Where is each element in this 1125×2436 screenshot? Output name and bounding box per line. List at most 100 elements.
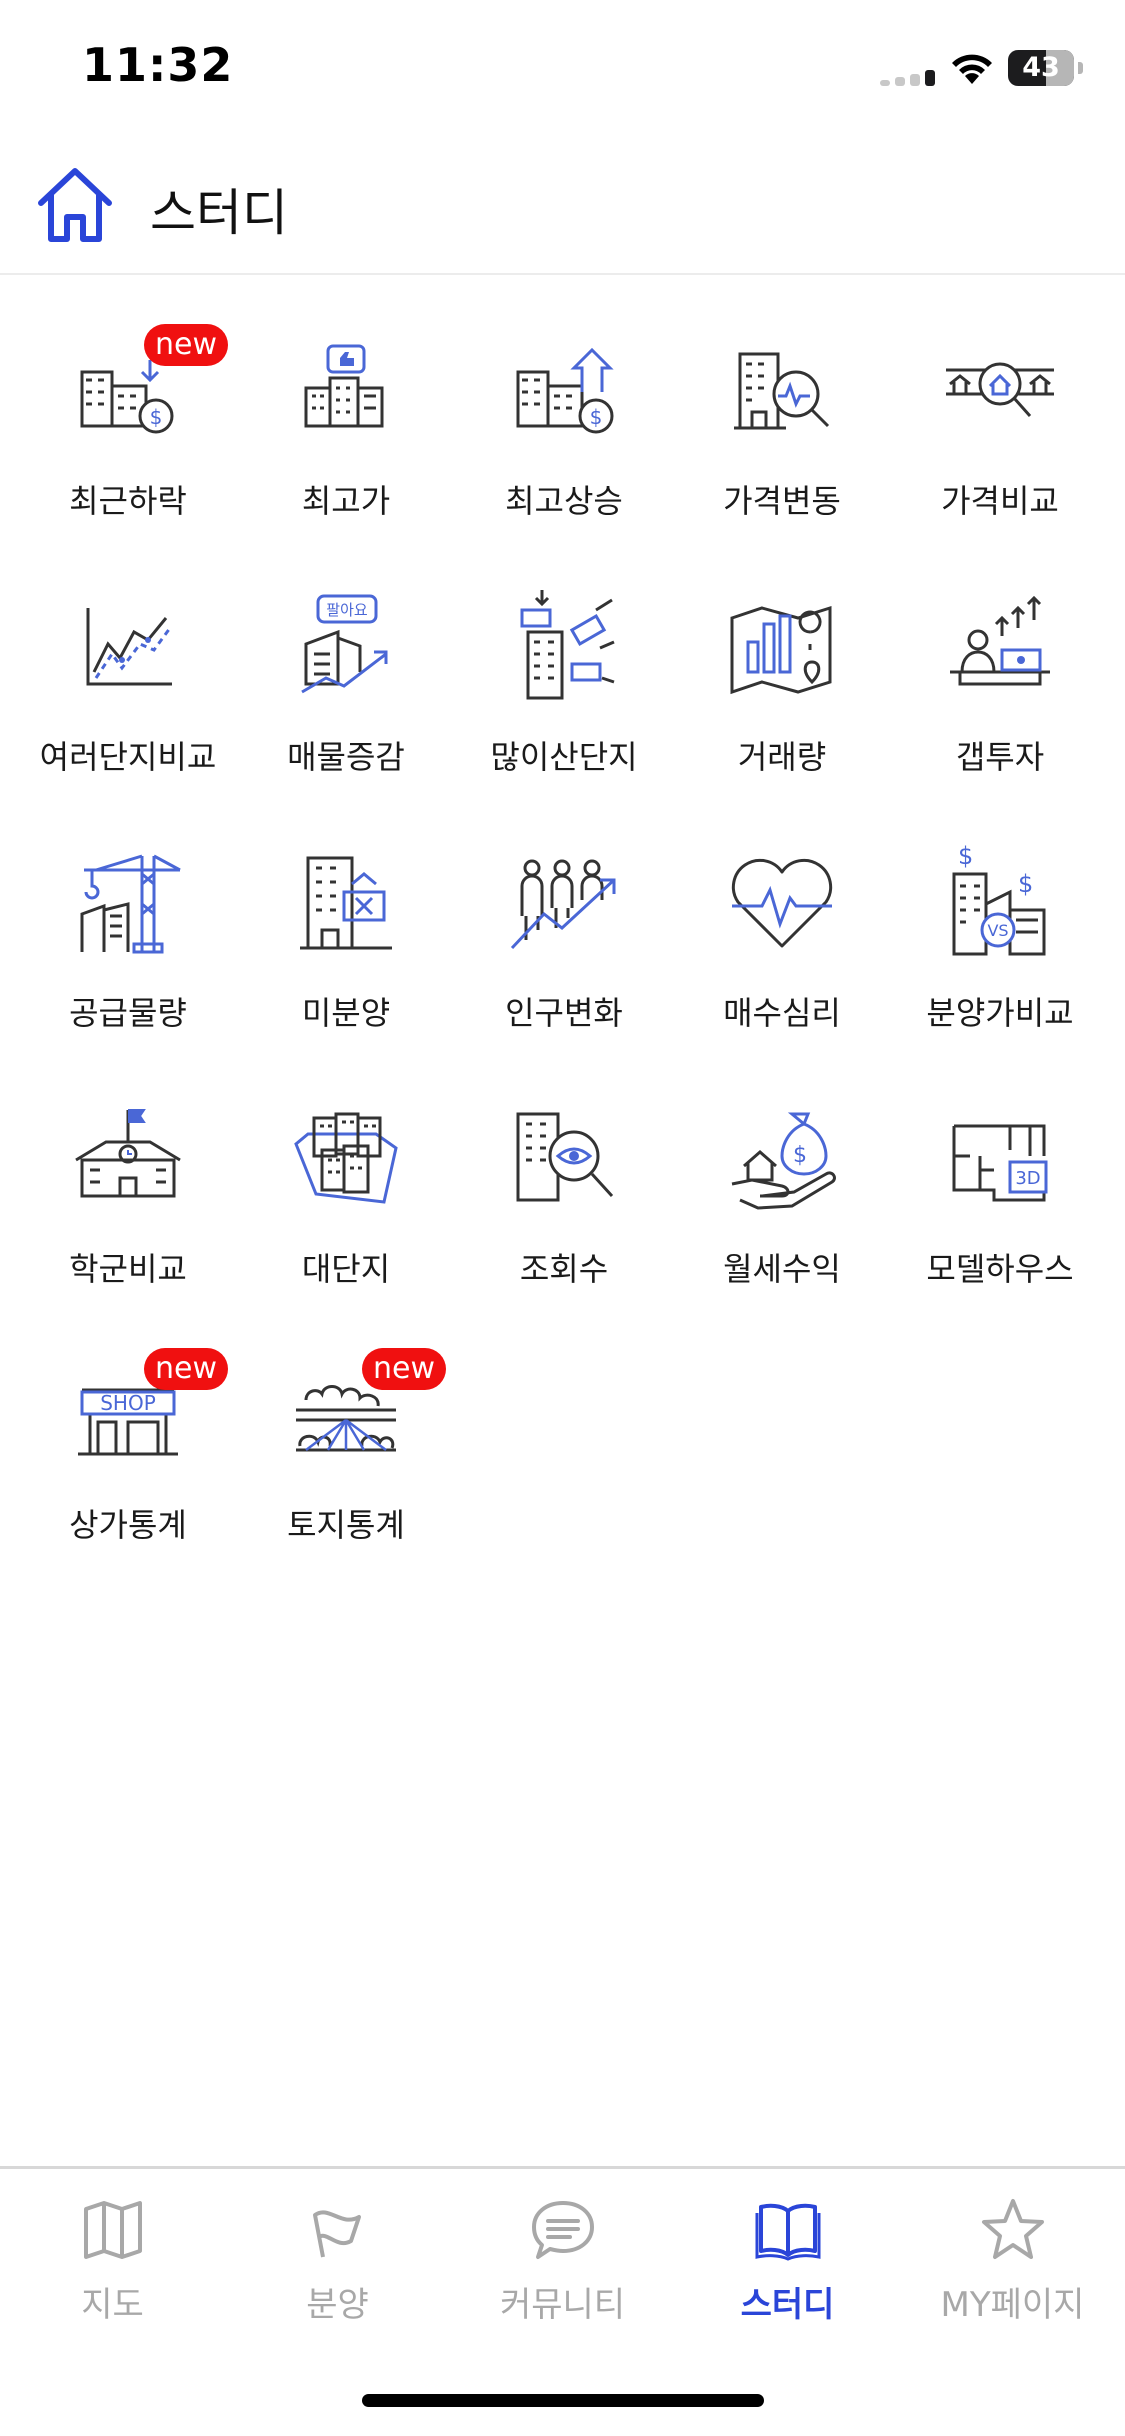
menu-item-large-complex[interactable]: 대단지 bbox=[236, 1068, 456, 1298]
menu-item-label: 인구변화 bbox=[505, 994, 623, 1032]
buyer-sentiment-icon bbox=[731, 858, 833, 948]
menu-item-label: 매수심리 bbox=[723, 994, 841, 1032]
menu-item-price-change[interactable]: 가격변동 bbox=[672, 300, 892, 530]
menu-item-label: 토지통계 bbox=[287, 1506, 405, 1544]
menu-item-most-bought[interactable]: 많이산단지 bbox=[454, 556, 674, 786]
views-icon bbox=[516, 1112, 614, 1202]
menu-item-label: 갭투자 bbox=[955, 738, 1045, 776]
page-header: 스터디 bbox=[0, 135, 1125, 275]
chat-bubble-icon bbox=[531, 2201, 594, 2259]
menu-item-label: 매물증감 bbox=[287, 738, 405, 776]
menu-item-land-stats[interactable]: new 토지통계 bbox=[236, 1324, 456, 1554]
star-icon bbox=[981, 2199, 1044, 2259]
tab-label: MY페이지 bbox=[940, 2285, 1085, 2325]
highest-price-icon bbox=[304, 344, 384, 428]
population-change-icon bbox=[510, 859, 616, 950]
tab-map[interactable]: 지도 bbox=[0, 2197, 225, 2327]
status-time: 11:32 bbox=[82, 38, 234, 92]
menu-item-label: 여러단지비교 bbox=[39, 738, 217, 776]
flag-icon bbox=[312, 2210, 361, 2258]
menu-item-label: 학군비교 bbox=[69, 1250, 187, 1288]
unsold-icon bbox=[300, 856, 392, 950]
menu-item-label: 가격비교 bbox=[941, 482, 1059, 520]
menu-item-population-change[interactable]: 인구변화 bbox=[454, 812, 674, 1042]
highest-rise-icon: $ bbox=[516, 347, 614, 434]
battery-icon: 43 bbox=[1008, 50, 1074, 86]
wifi-icon bbox=[952, 54, 992, 84]
menu-item-price-compare[interactable]: 가격비교 bbox=[890, 300, 1110, 530]
menu-item-unsold[interactable]: 미분양 bbox=[236, 812, 456, 1042]
menu-item-highest-price[interactable]: 최고가 bbox=[236, 300, 456, 530]
tab-label: 스터디 bbox=[740, 2285, 835, 2325]
page-title: 스터디 bbox=[150, 184, 288, 242]
home-icon[interactable] bbox=[33, 163, 117, 247]
tab-study[interactable]: 스터디 bbox=[675, 2197, 900, 2327]
menu-item-recent-drop[interactable]: $ new 최근하락 bbox=[18, 300, 238, 530]
rent-income-icon: $ bbox=[731, 1112, 836, 1210]
new-badge: new bbox=[144, 324, 228, 366]
menu-item-label: 대단지 bbox=[301, 1250, 391, 1288]
multi-complex-compare-icon bbox=[86, 608, 172, 686]
menu-item-label: 최고가 bbox=[301, 482, 391, 520]
battery-level: 43 bbox=[1022, 52, 1060, 83]
tab-label: 커뮤니티 bbox=[499, 2285, 626, 2325]
menu-item-highest-rise[interactable]: $ 최고상승 bbox=[454, 300, 674, 530]
menu-item-label: 많이산단지 bbox=[490, 738, 638, 776]
menu-item-model-house[interactable]: 3D 모델하우스 bbox=[890, 1068, 1110, 1298]
icon-text: 3D bbox=[1015, 1168, 1040, 1189]
tab-my-page[interactable]: MY페이지 bbox=[900, 2197, 1125, 2327]
menu-item-label: 공급물량 bbox=[69, 994, 187, 1032]
school-district-icon bbox=[75, 1109, 181, 1198]
menu-item-label: 거래량 bbox=[737, 738, 827, 776]
svg-text:$: $ bbox=[958, 844, 973, 870]
map-icon bbox=[83, 2201, 142, 2259]
supply-volume-icon bbox=[80, 854, 181, 954]
new-badge: new bbox=[362, 1348, 446, 1390]
menu-item-label: 최고상승 bbox=[505, 482, 623, 520]
menu-item-shop-stats[interactable]: SHOP new 상가통계 bbox=[18, 1324, 238, 1554]
menu-item-label: 분양가비교 bbox=[926, 994, 1074, 1032]
menu-item-listing-change[interactable]: 팔아요 매물증감 bbox=[236, 556, 456, 786]
presale-price-compare-icon: $ $ VS bbox=[952, 844, 1046, 956]
large-complex-icon bbox=[294, 1112, 398, 1204]
menu-item-label: 모델하우스 bbox=[926, 1250, 1074, 1288]
book-icon bbox=[755, 2203, 820, 2261]
menu-item-label: 월세수익 bbox=[723, 1250, 841, 1288]
price-change-icon bbox=[734, 352, 830, 430]
trade-volume-icon bbox=[730, 605, 832, 695]
tab-label: 지도 bbox=[81, 2285, 144, 2325]
menu-item-supply-volume[interactable]: 공급물량 bbox=[18, 812, 238, 1042]
home-indicator[interactable] bbox=[362, 2394, 764, 2407]
menu-item-presale-compare[interactable]: $ $ VS 분양가비교 bbox=[890, 812, 1110, 1042]
most-bought-icon bbox=[520, 590, 615, 700]
listing-change-icon: 팔아요 bbox=[301, 594, 388, 694]
menu-item-label: 최근하락 bbox=[69, 482, 187, 520]
svg-text:$: $ bbox=[150, 405, 163, 429]
tab-label: 분양 bbox=[306, 2285, 369, 2325]
menu-item-gap-investment[interactable]: 갭투자 bbox=[890, 556, 1110, 786]
menu-item-views[interactable]: 조회수 bbox=[454, 1068, 674, 1298]
svg-text:$: $ bbox=[590, 405, 603, 429]
tab-community[interactable]: 커뮤니티 bbox=[450, 2197, 675, 2327]
status-bar: 11:32 43 bbox=[0, 0, 1125, 135]
model-house-icon: 3D bbox=[952, 1124, 1048, 1202]
menu-item-school-district[interactable]: 학군비교 bbox=[18, 1068, 238, 1298]
menu-item-label: 조회수 bbox=[519, 1250, 609, 1288]
menu-item-trade-volume[interactable]: 거래량 bbox=[672, 556, 892, 786]
cellular-signal-icon bbox=[880, 70, 936, 86]
menu-item-buyer-sentiment[interactable]: 매수심리 bbox=[672, 812, 892, 1042]
menu-item-rent-income[interactable]: $ 월세수익 bbox=[672, 1068, 892, 1298]
menu-item-label: 미분양 bbox=[301, 994, 391, 1032]
gap-investment-icon bbox=[950, 595, 1050, 686]
menu-item-multi-compare[interactable]: 여러단지비교 bbox=[18, 556, 238, 786]
menu-item-label: 가격변동 bbox=[723, 482, 841, 520]
svg-text:$: $ bbox=[1018, 870, 1033, 898]
price-compare-icon bbox=[946, 362, 1054, 417]
icon-text: SHOP bbox=[100, 1391, 156, 1415]
new-badge: new bbox=[144, 1348, 228, 1390]
menu-item-label: 상가통계 bbox=[69, 1506, 187, 1544]
icon-text: VS bbox=[987, 921, 1008, 940]
tab-presale[interactable]: 분양 bbox=[225, 2197, 450, 2327]
svg-text:$: $ bbox=[793, 1143, 807, 1168]
icon-text: 팔아요 bbox=[326, 601, 368, 619]
